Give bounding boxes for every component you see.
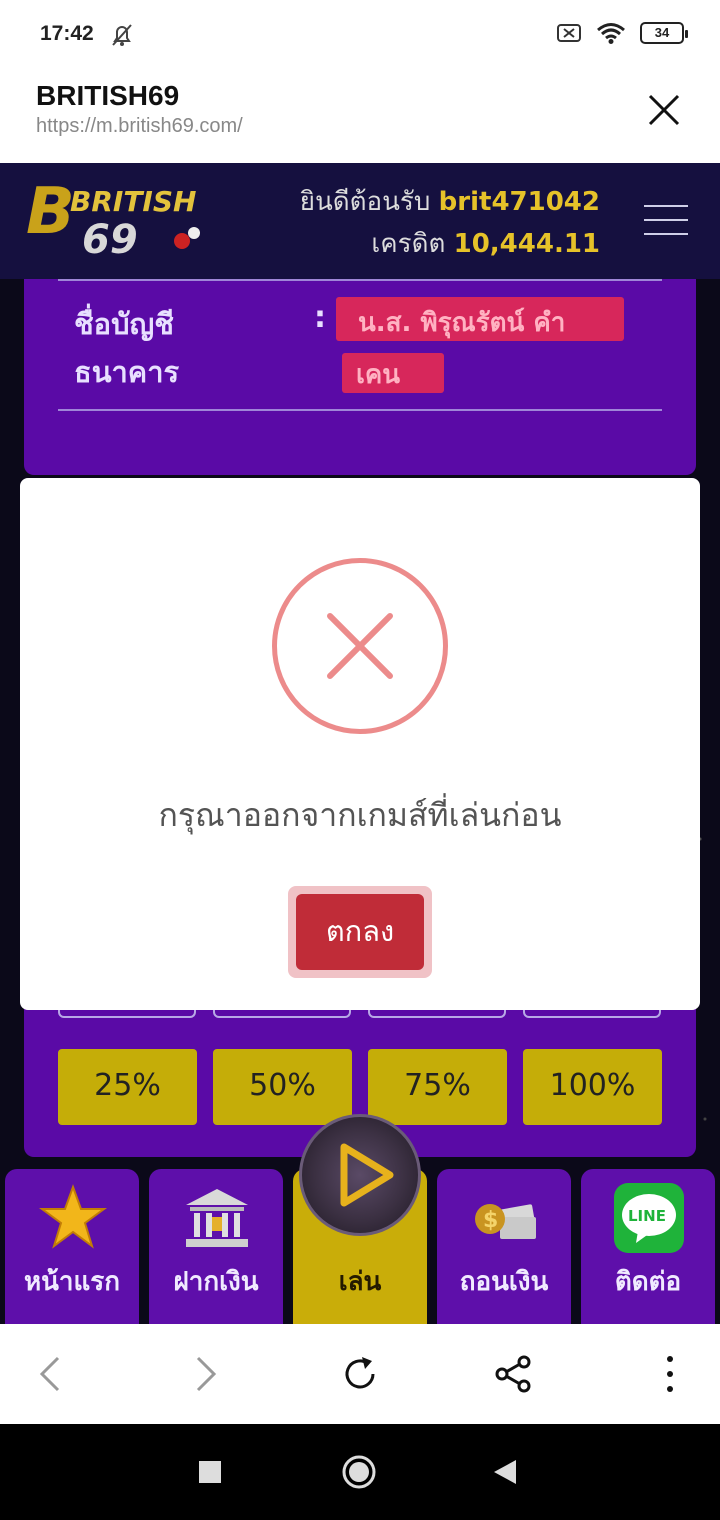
svg-text:69: 69 bbox=[82, 217, 138, 263]
welcome-text: ยินดีต้อนรับ brit471042 bbox=[300, 181, 600, 222]
percent-25-button[interactable]: 25% bbox=[58, 1049, 197, 1125]
reload-icon[interactable] bbox=[340, 1354, 380, 1394]
close-icon[interactable] bbox=[644, 90, 684, 130]
wifi-icon bbox=[597, 23, 625, 44]
menu-icon[interactable] bbox=[644, 205, 688, 237]
site-header: B BRITISH 69 ยินดีต้อนรับ brit471042 เคร… bbox=[0, 163, 720, 279]
account-name-value-cont: เคน bbox=[356, 360, 401, 390]
nav-contact[interactable]: LINE ติดต่อ bbox=[581, 1169, 715, 1324]
svg-text:$: $ bbox=[483, 1208, 498, 1233]
welcome-label: ยินดีต้อนรับ bbox=[299, 187, 431, 217]
nav-label: ถอนเงิน bbox=[459, 1267, 549, 1297]
back-nav-icon[interactable] bbox=[492, 1458, 518, 1486]
line-icon: LINE bbox=[614, 1183, 684, 1253]
error-x-icon bbox=[327, 613, 393, 679]
nav-label: ฝากเงิน bbox=[173, 1267, 259, 1297]
play-button[interactable] bbox=[299, 1114, 421, 1236]
percent-75-button[interactable]: 75% bbox=[368, 1049, 507, 1125]
credit-text: เครดิต 10,444.11 bbox=[371, 223, 600, 264]
ok-button-label: ตกลง bbox=[296, 894, 424, 970]
percent-50-button[interactable]: 50% bbox=[213, 1049, 352, 1125]
android-nav-bar bbox=[0, 1424, 720, 1520]
nav-label: ติดต่อ bbox=[614, 1267, 682, 1297]
page-title: BRITISH69 bbox=[36, 80, 180, 111]
nav-deposit[interactable]: ฝากเงิน bbox=[149, 1169, 283, 1324]
divider bbox=[58, 279, 662, 281]
status-bar: 17:42 34 bbox=[0, 0, 720, 68]
play-icon bbox=[340, 1143, 394, 1207]
label-line: ธนาคาร bbox=[74, 355, 180, 389]
browser-header: BRITISH69 https://m.british69.com/ bbox=[0, 68, 720, 163]
nav-home[interactable]: หน้าแรก bbox=[5, 1169, 139, 1324]
account-name-label: ชื่อบัญชี ธนาคาร bbox=[74, 300, 179, 396]
credit-label: เครดิต bbox=[371, 229, 446, 259]
share-icon[interactable] bbox=[494, 1354, 534, 1394]
label-line: ชื่อบัญชี bbox=[74, 307, 174, 341]
username: brit471042 bbox=[438, 187, 600, 217]
home-icon[interactable] bbox=[341, 1454, 377, 1490]
status-time: 17:42 bbox=[40, 22, 94, 45]
nav-label: หน้าแรก bbox=[24, 1267, 120, 1297]
battery-indicator: 34 bbox=[640, 22, 688, 44]
svg-text:LINE: LINE bbox=[628, 1207, 666, 1225]
svg-text:BRITISH: BRITISH bbox=[70, 185, 196, 218]
ok-button[interactable]: ตกลง bbox=[288, 886, 432, 978]
back-icon[interactable] bbox=[32, 1354, 72, 1394]
recents-icon[interactable] bbox=[198, 1460, 222, 1484]
error-dialog: กรุณาออกจากเกมส์ที่เล่นก่อน ตกลง bbox=[20, 478, 700, 1010]
colon: : bbox=[314, 300, 326, 335]
account-name-value: น.ส. พิรุณรัตน์ คำ bbox=[358, 308, 566, 338]
bell-muted-icon bbox=[112, 24, 132, 46]
nav-withdraw[interactable]: $ ถอนเงิน bbox=[437, 1169, 571, 1324]
more-options-icon[interactable] bbox=[650, 1354, 690, 1394]
browser-toolbar bbox=[0, 1324, 720, 1424]
error-circle bbox=[272, 558, 448, 734]
bank-icon bbox=[186, 1189, 248, 1247]
svg-text:B: B bbox=[26, 175, 75, 249]
dialog-message: กรุณาออกจากเกมส์ที่เล่นก่อน bbox=[158, 796, 562, 834]
star-icon bbox=[38, 1184, 108, 1249]
nav-label: เล่น bbox=[338, 1267, 382, 1297]
divider bbox=[58, 409, 662, 411]
sim-off-icon bbox=[557, 24, 581, 42]
credit-amount: 10,444.11 bbox=[453, 229, 600, 259]
british69-logo[interactable]: B BRITISH 69 bbox=[22, 173, 232, 269]
money-icon: $ bbox=[475, 1204, 536, 1239]
percent-100-button[interactable]: 100% bbox=[523, 1049, 662, 1125]
page-url: https://m.british69.com/ bbox=[36, 115, 243, 137]
forward-icon[interactable] bbox=[184, 1354, 224, 1394]
